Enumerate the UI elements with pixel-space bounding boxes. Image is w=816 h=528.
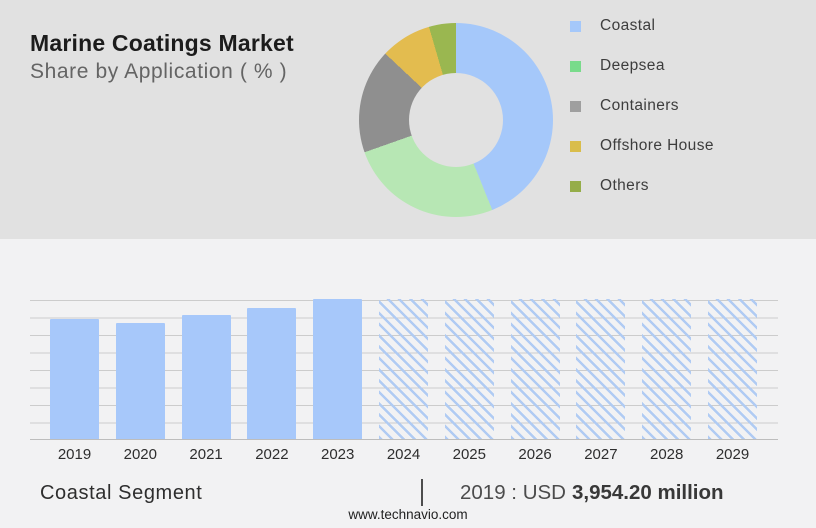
legend-swatch-icon bbox=[570, 21, 581, 32]
x-axis-label-2027: 2027 bbox=[568, 446, 634, 463]
donut-chart bbox=[359, 23, 553, 217]
bar-2021 bbox=[182, 315, 231, 439]
legend-item: Others bbox=[570, 175, 714, 197]
forecast-bar-2024 bbox=[379, 299, 428, 439]
caption-divider bbox=[421, 479, 423, 506]
legend-item: Coastal bbox=[570, 15, 714, 37]
legend-swatch-icon bbox=[570, 101, 581, 112]
x-axis-label-2023: 2023 bbox=[305, 446, 371, 463]
legend-item-label: Containers bbox=[600, 97, 679, 115]
legend-swatch-icon bbox=[570, 181, 581, 192]
legend-item: Deepsea bbox=[570, 55, 714, 77]
bar-2023 bbox=[313, 299, 362, 439]
legend-swatch-icon bbox=[570, 61, 581, 72]
x-axis-label-2019: 2019 bbox=[42, 446, 108, 463]
legend-item-label: Others bbox=[600, 177, 649, 195]
top-section: Marine Coatings Market Share by Applicat… bbox=[0, 0, 816, 239]
legend-swatch-icon bbox=[570, 141, 581, 152]
value-caption: 2019 : USD 3,954.20 million bbox=[460, 481, 724, 505]
forecast-bar-2026 bbox=[511, 299, 560, 439]
forecast-bar-2027 bbox=[576, 299, 625, 439]
x-axis-label-2028: 2028 bbox=[634, 446, 700, 463]
donut-hole bbox=[409, 73, 503, 167]
legend: Coastal Deepsea Containers Offshore House Ot… bbox=[570, 15, 714, 197]
x-axis-label-2025: 2025 bbox=[436, 446, 502, 463]
bar-2020 bbox=[116, 323, 165, 439]
value-prefix: 2019 : USD bbox=[460, 481, 566, 504]
bar-2022 bbox=[247, 308, 296, 439]
forecast-bar-2028 bbox=[642, 299, 691, 439]
segment-caption: Coastal Segment bbox=[40, 482, 202, 505]
x-axis-label-2024: 2024 bbox=[371, 446, 437, 463]
page-subtitle: Share by Application ( % ) bbox=[30, 60, 287, 84]
legend-item: Containers bbox=[570, 95, 714, 117]
x-axis-label-2026: 2026 bbox=[502, 446, 568, 463]
x-axis-label-2021: 2021 bbox=[173, 446, 239, 463]
bar-plot bbox=[30, 300, 778, 440]
legend-item-label: Deepsea bbox=[600, 57, 665, 75]
footer-url: www.technavio.com bbox=[0, 507, 816, 522]
x-axis-label-2029: 2029 bbox=[700, 446, 766, 463]
legend-item: Offshore House bbox=[570, 135, 714, 157]
forecast-bar-2029 bbox=[708, 299, 757, 439]
legend-item-label: Coastal bbox=[600, 17, 655, 35]
bar-2019 bbox=[50, 319, 99, 439]
page-title: Marine Coatings Market bbox=[30, 30, 294, 57]
bar-chart-section: Coastal Segment 2019 : USD 3,954.20 milli… bbox=[0, 239, 816, 528]
x-axis-label-2020: 2020 bbox=[107, 446, 173, 463]
legend-item-label: Offshore House bbox=[600, 137, 714, 155]
x-axis-label-2022: 2022 bbox=[239, 446, 305, 463]
value-bold: 3,954.20 million bbox=[572, 481, 724, 504]
forecast-bar-2025 bbox=[445, 299, 494, 439]
